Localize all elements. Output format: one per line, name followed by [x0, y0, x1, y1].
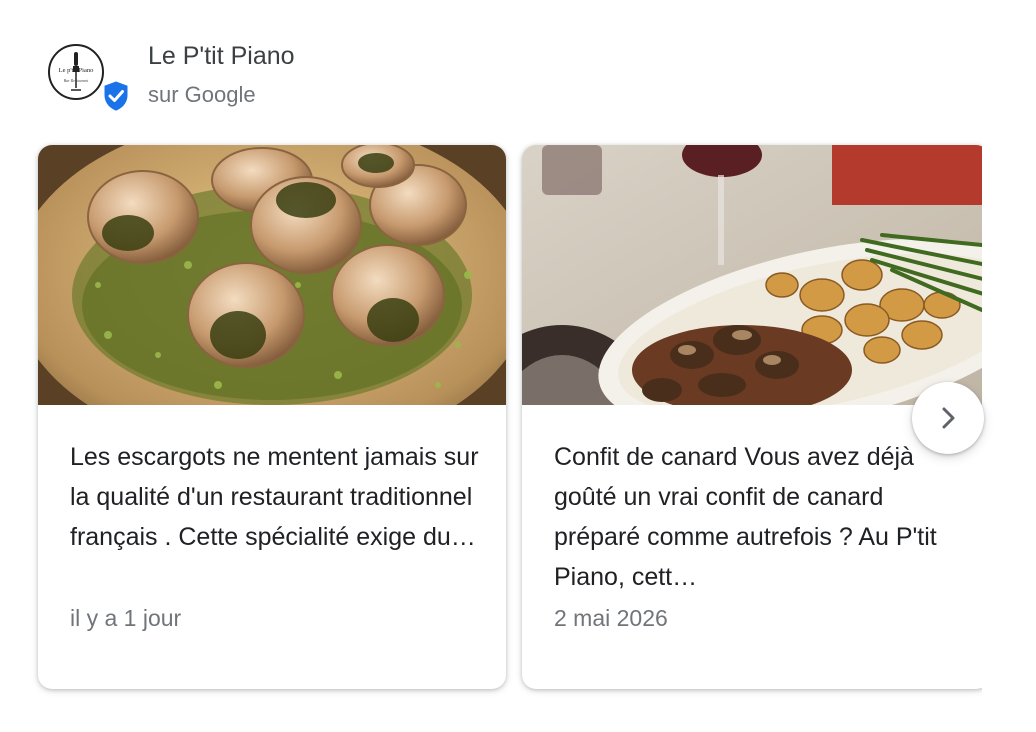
posts-carousel[interactable]: Les escargots ne mentent jamais sur la q…: [0, 130, 982, 710]
post-text[interactable]: Les escargots ne mentent jamais sur la q…: [70, 437, 482, 557]
post-date: il y a 1 jour: [70, 605, 182, 631]
verified-badge-icon: [102, 79, 130, 113]
source-label: sur Google: [148, 82, 256, 107]
logo-wordmark: Le p'tit Piano: [59, 67, 94, 74]
logo-subtext: Bar Restaurant: [64, 78, 89, 83]
post-date: 2 mai 2026: [554, 605, 668, 631]
chevron-right-icon: [942, 407, 955, 429]
post-card[interactable]: Les escargots ne mentent jamais sur la q…: [38, 145, 506, 689]
post-text[interactable]: Confit de canard Vous avez déjà goûté un…: [554, 437, 966, 597]
business-logo[interactable]: Le p'tit Piano Bar Restaurant: [48, 44, 104, 100]
avatar-container[interactable]: Le p'tit Piano Bar Restaurant: [48, 44, 130, 114]
snails-dish-photo[interactable]: [38, 145, 506, 405]
duck-confit-plate-photo[interactable]: [522, 145, 982, 405]
business-name[interactable]: Le P'tit Piano: [148, 42, 295, 71]
business-header: Le p'tit Piano Bar Restaurant Le P'tit P…: [48, 40, 648, 120]
carousel-next-button[interactable]: [912, 382, 984, 454]
